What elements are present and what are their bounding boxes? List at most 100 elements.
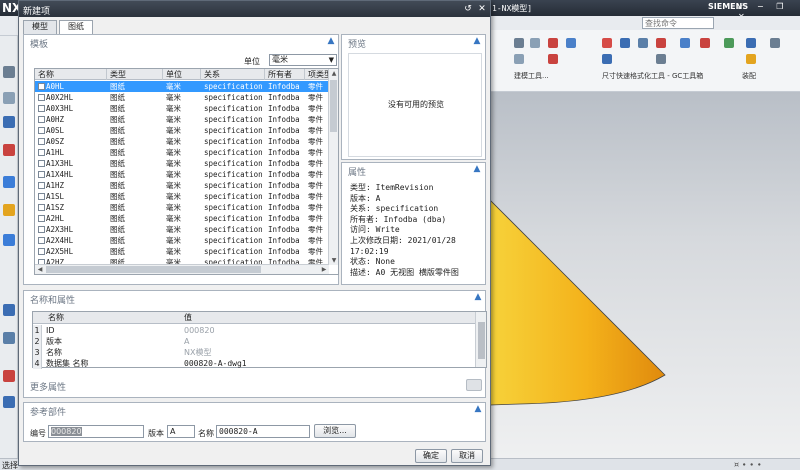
attribute-value[interactable]: 000820	[181, 325, 215, 336]
tab-drawing[interactable]: 图纸	[59, 20, 93, 35]
ribbon-tool-icon[interactable]	[746, 38, 756, 48]
horizontal-scrollbar[interactable]: ◀ ▶	[35, 264, 329, 274]
ribbon-tool-icon[interactable]	[514, 38, 524, 48]
attribute-row[interactable]: 3 名称 NX模型	[33, 347, 477, 358]
collapse-icon[interactable]: ▲	[473, 292, 483, 302]
cancel-button[interactable]: 取消	[451, 449, 483, 463]
ribbon-tool-icon[interactable]	[548, 54, 558, 64]
collapse-icon[interactable]: ▲	[472, 164, 482, 174]
column-header[interactable]: 单位	[163, 69, 201, 80]
attribute-row[interactable]: 4 数据集 名称 000820-A-dwg1	[33, 358, 477, 369]
more-attributes-icon[interactable]	[466, 379, 482, 391]
collapse-icon[interactable]: ▲	[472, 36, 482, 46]
ribbon-tool-icon[interactable]	[656, 54, 666, 64]
attribute-row[interactable]: 1 ID 000820	[33, 325, 477, 336]
reuse-library-icon[interactable]	[3, 144, 15, 156]
ribbon-tool-icon[interactable]	[680, 38, 690, 48]
table-row[interactable]: A1HL 图纸 毫米 specification Infodba 零件	[35, 147, 329, 158]
close-icon[interactable]: ✕	[476, 3, 488, 15]
ribbon-tool-icon[interactable]	[724, 38, 734, 48]
ribbon-group-label[interactable]: 建模工具...	[514, 71, 549, 81]
ribbon-tool-icon[interactable]	[530, 38, 540, 48]
name-field[interactable]: 000820-A	[216, 425, 310, 438]
column-header[interactable]: 名称	[35, 69, 107, 80]
id-field[interactable]: 000820	[48, 425, 144, 438]
graphics-viewport[interactable]	[489, 92, 800, 458]
ribbon-tool-icon[interactable]	[548, 38, 558, 48]
web-browser-icon[interactable]	[3, 176, 15, 188]
table-row[interactable]: A2X5HL 图纸 毫米 specification Infodba 零件	[35, 246, 329, 257]
column-header[interactable]: 类型	[107, 69, 163, 80]
table-row[interactable]: A0HL 图纸 毫米 specification Infodba 零件	[35, 81, 329, 92]
collapse-icon[interactable]: ▲	[473, 404, 483, 414]
ribbon-group-label[interactable]: 尺寸快速格式化工具 - GC工具箱	[602, 71, 703, 81]
version-field[interactable]: A	[167, 425, 195, 438]
system-materials-icon[interactable]	[3, 234, 15, 246]
ribbon-tool-icon[interactable]	[638, 38, 648, 48]
ribbon-tool-icon[interactable]	[700, 38, 710, 48]
template-section-header[interactable]: 模板 ▲	[24, 35, 338, 50]
dialog-title-bar[interactable]: 新建项 ↺ ✕	[19, 1, 490, 17]
vertical-scrollbar[interactable]: ▲ ▼	[328, 69, 338, 265]
cell-text: 毫米	[166, 181, 181, 190]
table-row[interactable]: A2HL 图纸 毫米 specification Infodba 零件	[35, 213, 329, 224]
clock-icon[interactable]	[3, 370, 15, 382]
table-row[interactable]: A0HZ 图纸 毫米 specification Infodba 零件	[35, 114, 329, 125]
history-icon[interactable]	[3, 204, 15, 216]
ribbon-tool-icon[interactable]	[602, 54, 612, 64]
palette-icon[interactable]	[3, 396, 15, 408]
scroll-up-icon[interactable]: ▲	[329, 70, 338, 77]
table-row[interactable]: A0X2HL 图纸 毫米 specification Infodba 零件	[35, 92, 329, 103]
column-header[interactable]: 关系	[201, 69, 265, 80]
command-search-input[interactable]	[642, 17, 714, 29]
table-row[interactable]: A1SL 图纸 毫米 specification Infodba 零件	[35, 191, 329, 202]
scroll-left-icon[interactable]: ◀	[35, 266, 45, 273]
scroll-right-icon[interactable]: ▶	[319, 266, 329, 273]
table-row[interactable]: A0SZ 图纸 毫米 specification Infodba 零件	[35, 136, 329, 147]
attribute-row[interactable]: 2 版本 A	[33, 336, 477, 347]
tab-model[interactable]: 模型	[23, 20, 57, 34]
attribute-value[interactable]: A	[181, 336, 189, 347]
scroll-thumb[interactable]	[330, 80, 337, 132]
reset-icon[interactable]: ↺	[462, 3, 474, 15]
assembly-navigator-icon[interactable]	[3, 92, 15, 104]
table-row[interactable]: A1HZ 图纸 毫米 specification Infodba 零件	[35, 180, 329, 191]
ribbon-tool-icon[interactable]	[602, 38, 612, 48]
ribbon-group-label[interactable]: 装配	[742, 71, 756, 81]
constraint-navigator-icon[interactable]	[3, 116, 15, 128]
unit-dropdown[interactable]: 毫米 ▼	[269, 54, 337, 66]
table-row[interactable]: A0SL 图纸 毫米 specification Infodba 零件	[35, 125, 329, 136]
more-attributes-label[interactable]: 更多属性	[30, 380, 66, 393]
collapse-icon[interactable]: ▲	[326, 36, 336, 46]
ribbon-tool-icon[interactable]	[770, 38, 780, 48]
column-header[interactable]: 所有者	[265, 69, 305, 80]
attribute-value[interactable]: 000820-A-dwg1	[181, 358, 247, 369]
scroll-thumb[interactable]	[46, 266, 261, 273]
scroll-thumb[interactable]	[478, 322, 485, 359]
table-row[interactable]: A2X3HL 图纸 毫米 specification Infodba 零件	[35, 224, 329, 235]
roles-icon[interactable]	[3, 332, 15, 344]
table-row[interactable]: A0X3HL 图纸 毫米 specification Infodba 零件	[35, 103, 329, 114]
table-cell: A2HL	[35, 213, 107, 224]
table-row[interactable]: A1SZ 图纸 毫米 specification Infodba 零件	[35, 202, 329, 213]
attribute-value[interactable]: NX模型	[181, 347, 211, 358]
reference-part-header[interactable]: 参考部件 ▲	[24, 403, 485, 418]
preview-section-header[interactable]: 预览 ▲	[342, 35, 485, 50]
name-attributes-header[interactable]: 名称和属性 ▲	[24, 291, 485, 306]
browse-button[interactable]: 浏览...	[314, 424, 356, 438]
process-studio-icon[interactable]	[3, 304, 15, 316]
table-row[interactable]: A1X4HL 图纸 毫米 specification Infodba 零件	[35, 169, 329, 180]
properties-section-header[interactable]: 属性 ▲	[342, 163, 485, 178]
ribbon-tool-icon[interactable]	[656, 38, 666, 48]
table-row[interactable]: A2X4HL 图纸 毫米 specification Infodba 零件	[35, 235, 329, 246]
ribbon-tool-icon[interactable]	[746, 54, 756, 64]
scroll-down-icon[interactable]: ▼	[329, 257, 338, 264]
part-navigator-icon[interactable]	[3, 66, 15, 78]
vertical-scrollbar[interactable]	[475, 312, 486, 367]
ribbon-tool-icon[interactable]	[514, 54, 524, 64]
table-cell: specification	[201, 180, 265, 191]
ribbon-tool-icon[interactable]	[620, 38, 630, 48]
ribbon-tool-icon[interactable]	[566, 38, 576, 48]
table-row[interactable]: A1X3HL 图纸 毫米 specification Infodba 零件	[35, 158, 329, 169]
ok-button[interactable]: 确定	[415, 449, 447, 463]
